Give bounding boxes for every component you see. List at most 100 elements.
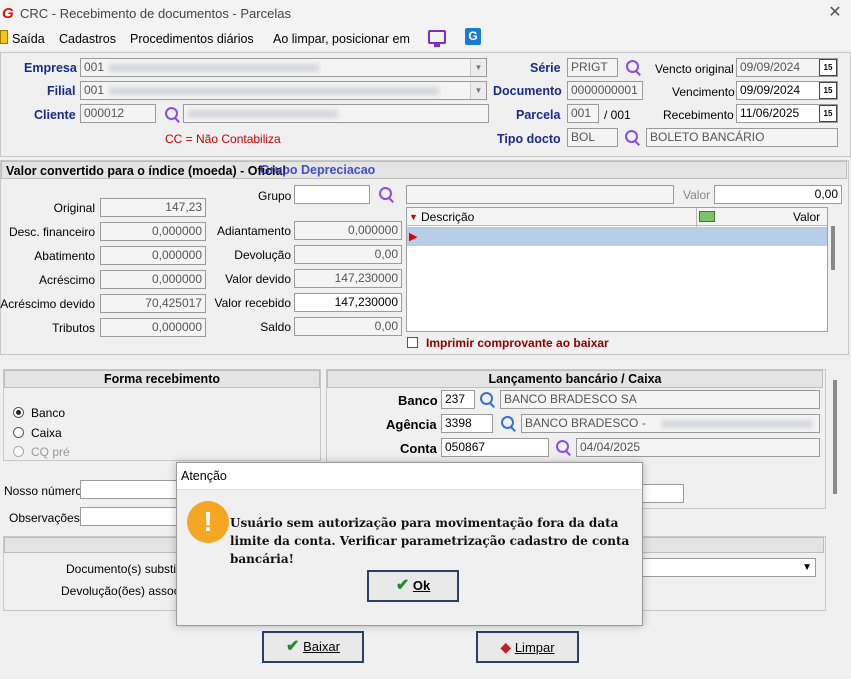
conta-input[interactable]: 050867 — [441, 438, 549, 457]
exit-icon — [0, 30, 8, 44]
observacoes-input[interactable] — [80, 507, 180, 526]
search-icon[interactable] — [164, 106, 180, 122]
mid-value-field[interactable]: 0,00 — [294, 317, 402, 336]
search-icon[interactable] — [500, 415, 516, 431]
serie-input[interactable]: PRIGT — [567, 58, 618, 77]
left-value-field[interactable]: 0,000000 — [100, 318, 206, 337]
menu-bar — [0, 28, 851, 50]
extra-input[interactable] — [640, 484, 684, 503]
window-title: CRC - Recebimento de documentos - Parcel… — [20, 6, 291, 21]
mid-value-field[interactable]: 147,230000 — [294, 293, 402, 312]
valor-input[interactable]: 0,00 — [714, 185, 842, 204]
mid-label: Saldo — [260, 320, 291, 334]
chevron-down-icon[interactable]: ▼ — [802, 559, 812, 576]
filial-value: 001 — [84, 83, 105, 97]
radio-caixa[interactable] — [13, 427, 24, 438]
search-icon[interactable] — [555, 439, 571, 455]
left-value-field[interactable]: 0,000000 — [100, 222, 206, 241]
eraser-icon: ◆ — [500, 639, 512, 655]
valores-header: Valor convertido para o índice (moeda) -… — [1, 161, 847, 179]
radio-cq-pre-label: CQ pré — [31, 445, 70, 459]
agencia-desc: BANCO BRADESCO - — [521, 414, 820, 433]
mid-value-field[interactable]: 0,00 — [294, 245, 402, 264]
menu-cadastros[interactable]: Cadastros — [59, 30, 116, 48]
search-icon[interactable] — [479, 391, 495, 407]
empresa-value: 001 — [84, 60, 105, 74]
agencia-label: Agência — [386, 417, 437, 432]
imprimir-label: Imprimir comprovante ao baixar — [426, 336, 609, 350]
documento-input[interactable]: 0000000001 — [567, 81, 643, 100]
tipo-docto-input[interactable]: BOL — [567, 128, 618, 147]
radio-cq-pre[interactable] — [13, 446, 24, 457]
app-shortcut-icon[interactable]: G — [465, 28, 481, 45]
filial-select[interactable]: 001 ▼ — [80, 81, 487, 100]
grupo-desc — [406, 185, 674, 204]
left-value-field[interactable]: 0,000000 — [100, 246, 206, 265]
mid-value-field[interactable]: 0,000000 — [294, 221, 402, 240]
left-label: Desc. financeiro — [8, 225, 95, 239]
mid-label: Adiantamento — [216, 224, 291, 238]
radio-caixa-label: Caixa — [31, 426, 62, 440]
left-value-field[interactable]: 0,000000 — [100, 270, 206, 289]
observacoes-label: Observações — [9, 511, 80, 525]
chevron-down-icon[interactable]: ▼ — [470, 59, 486, 76]
cc-note: CC = Não Contabiliza — [165, 132, 281, 146]
calendar-icon[interactable]: 15 — [819, 82, 837, 99]
mid-label: Devolução — [234, 248, 291, 262]
menu-ao-limpar[interactable]: Ao limpar, posicionar em — [273, 30, 410, 48]
form-scrollbar[interactable] — [833, 380, 837, 494]
vencto-original-label: Vencto original — [655, 62, 734, 76]
grupo-input[interactable] — [294, 185, 370, 204]
calendar-icon[interactable]: 15 — [819, 105, 837, 122]
empresa-label: Empresa — [24, 61, 77, 75]
limpar-label: Limpar — [514, 640, 555, 655]
attention-dialog: Atenção ! Usuário sem autorização para m… — [176, 462, 643, 626]
dialog-message: Usuário sem autorização para movimentaçã… — [230, 516, 630, 566]
valores-section-title: Valor convertido para o índice (moeda) -… — [6, 164, 286, 178]
search-icon[interactable] — [625, 59, 641, 75]
nosso-numero-input[interactable] — [80, 480, 180, 499]
ok-button[interactable]: ✔ Ok — [367, 570, 459, 602]
nosso-numero-label: Nosso número — [4, 484, 83, 498]
check-icon: ✔ — [286, 638, 300, 655]
grid-scrollbar[interactable] — [831, 226, 835, 270]
grid-col-descricao[interactable]: Descrição — [421, 210, 474, 224]
empresa-name-redacted — [109, 64, 319, 72]
app-logo-icon: G — [2, 5, 14, 22]
grid-row-selected[interactable] — [407, 227, 827, 246]
parcela-label: Parcela — [516, 108, 561, 122]
agencia-input[interactable]: 3398 — [441, 414, 493, 433]
banco-desc: BANCO BRADESCO SA — [500, 390, 820, 409]
radio-banco-label: Banco — [31, 406, 66, 420]
parcela-input[interactable]: 001 — [567, 104, 599, 123]
chevron-down-icon[interactable]: ▼ — [470, 82, 486, 99]
descricao-grid[interactable]: ▼ Descrição Valor ▶ — [406, 207, 835, 332]
mid-value-field[interactable]: 147,230000 — [294, 269, 402, 288]
left-label: Acréscimo devido — [0, 297, 95, 311]
search-icon[interactable] — [378, 186, 394, 202]
grupo-label: Grupo — [258, 189, 292, 203]
close-icon[interactable]: ✕ — [826, 3, 844, 23]
left-value-field[interactable]: 147,23 — [100, 198, 206, 217]
grid-col-valor[interactable]: Valor — [793, 210, 820, 224]
agencia-desc-redacted — [662, 420, 812, 428]
monitor-icon[interactable] — [428, 30, 446, 47]
valores-overlay-text: Grupo Depreciacao — [260, 163, 376, 177]
baixar-button[interactable]: ✔ Baixar — [262, 631, 364, 663]
left-value-field[interactable]: 70,425017 — [100, 294, 206, 313]
sort-arrow-icon: ▼ — [409, 212, 418, 222]
empresa-select[interactable]: 001 ▼ — [80, 58, 487, 77]
menu-saida[interactable]: Saída — [12, 30, 45, 48]
filial-name-redacted — [109, 87, 439, 95]
serie-label: Série — [530, 61, 561, 75]
banco-input[interactable]: 237 — [441, 390, 475, 409]
limpar-button[interactable]: ◆ Limpar — [476, 631, 579, 663]
menu-procedimentos-diarios[interactable]: Procedimentos diários — [130, 30, 254, 48]
calendar-icon[interactable]: 15 — [819, 59, 837, 76]
vencimento-label: Vencimento — [672, 85, 735, 99]
radio-banco[interactable] — [13, 407, 24, 418]
imprimir-checkbox[interactable] — [407, 337, 418, 348]
search-icon[interactable] — [624, 129, 640, 145]
doc-subst-select[interactable]: ▼ — [640, 558, 816, 577]
cliente-code-input[interactable]: 000012 — [80, 104, 156, 123]
